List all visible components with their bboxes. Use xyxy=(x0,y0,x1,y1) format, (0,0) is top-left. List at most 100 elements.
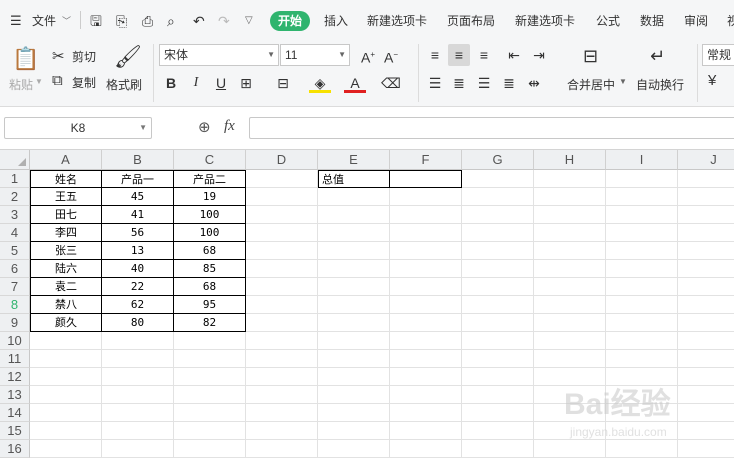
cell[interactable] xyxy=(174,422,246,440)
zoom-search-icon[interactable]: ⊕ xyxy=(198,118,211,136)
wrap-text-button[interactable]: 自动换行 xyxy=(636,76,684,93)
table-header-cell[interactable]: 产品二 xyxy=(174,170,246,188)
cell[interactable] xyxy=(606,314,678,332)
align-right-icon[interactable]: ☰ xyxy=(473,72,495,94)
merge-chevron-icon[interactable]: ▼ xyxy=(619,77,627,86)
total-label-cell[interactable]: 总值 xyxy=(318,170,390,188)
cell[interactable] xyxy=(534,242,606,260)
align-center-icon[interactable]: ≣ xyxy=(448,72,470,94)
cell[interactable] xyxy=(390,188,462,206)
format-painter-icon[interactable]: 🖌 xyxy=(114,44,142,70)
table-cell[interactable]: 100 xyxy=(174,206,246,224)
cell[interactable] xyxy=(246,332,318,350)
column-header-b[interactable]: B xyxy=(102,150,174,170)
cell[interactable] xyxy=(462,332,534,350)
row-header-16[interactable]: 16 xyxy=(0,440,30,458)
cell[interactable] xyxy=(246,368,318,386)
cell[interactable] xyxy=(390,278,462,296)
cell[interactable] xyxy=(606,224,678,242)
tab-view[interactable]: 视 xyxy=(727,11,734,31)
tab-new-1[interactable]: 新建选项卡 xyxy=(367,11,427,31)
cell[interactable] xyxy=(246,386,318,404)
cell[interactable] xyxy=(534,314,606,332)
cell[interactable] xyxy=(462,404,534,422)
cell[interactable] xyxy=(534,170,606,188)
more-chevron-icon[interactable]: ▽ xyxy=(245,11,253,31)
cell[interactable] xyxy=(462,224,534,242)
tab-data[interactable]: 数据 xyxy=(640,11,664,31)
table-cell[interactable]: 68 xyxy=(174,242,246,260)
column-header-c[interactable]: C xyxy=(174,150,246,170)
cell[interactable] xyxy=(102,440,174,458)
cell[interactable] xyxy=(678,332,734,350)
column-header-e[interactable]: E xyxy=(318,150,390,170)
italic-icon[interactable]: I xyxy=(185,72,207,94)
row-header-8[interactable]: 8 xyxy=(0,296,30,314)
decrease-indent-icon[interactable]: ⇤ xyxy=(503,44,525,66)
cell[interactable] xyxy=(606,350,678,368)
currency-icon[interactable]: ¥ xyxy=(708,72,716,89)
table-cell[interactable]: 95 xyxy=(174,296,246,314)
cell[interactable] xyxy=(678,296,734,314)
hamburger-icon[interactable]: ☰ xyxy=(10,11,22,31)
total-value-cell[interactable] xyxy=(390,170,462,188)
cell[interactable] xyxy=(30,332,102,350)
cell[interactable] xyxy=(246,314,318,332)
cell[interactable] xyxy=(390,422,462,440)
cell[interactable] xyxy=(678,278,734,296)
cell[interactable] xyxy=(534,350,606,368)
row-header-2[interactable]: 2 xyxy=(0,188,30,206)
cell[interactable] xyxy=(30,422,102,440)
table-cell[interactable]: 13 xyxy=(102,242,174,260)
column-header-f[interactable]: F xyxy=(390,150,462,170)
row-header-11[interactable]: 11 xyxy=(0,350,30,368)
cell[interactable] xyxy=(246,260,318,278)
cell[interactable] xyxy=(318,422,390,440)
cell[interactable] xyxy=(246,224,318,242)
cell[interactable] xyxy=(246,278,318,296)
cell[interactable] xyxy=(606,278,678,296)
cell[interactable] xyxy=(102,332,174,350)
chevron-down-icon[interactable]: ﹀ xyxy=(62,11,71,31)
table-cell[interactable]: 68 xyxy=(174,278,246,296)
cell[interactable] xyxy=(390,332,462,350)
cell[interactable] xyxy=(318,188,390,206)
cell[interactable] xyxy=(318,278,390,296)
table-cell[interactable]: 85 xyxy=(174,260,246,278)
cell[interactable] xyxy=(246,242,318,260)
table-cell[interactable]: 40 xyxy=(102,260,174,278)
cell[interactable] xyxy=(390,314,462,332)
cell[interactable] xyxy=(246,404,318,422)
paste-chevron-icon[interactable]: ▼ xyxy=(35,77,43,86)
tab-page-layout[interactable]: 页面布局 xyxy=(447,11,495,31)
cell[interactable] xyxy=(534,260,606,278)
cell[interactable] xyxy=(606,170,678,188)
row-header-6[interactable]: 6 xyxy=(0,260,30,278)
cell[interactable] xyxy=(102,368,174,386)
cell[interactable] xyxy=(318,404,390,422)
tab-formula[interactable]: 公式 xyxy=(596,11,620,31)
cell[interactable] xyxy=(462,440,534,458)
table-style-icon[interactable]: ⊟ xyxy=(272,72,294,94)
cell[interactable] xyxy=(318,224,390,242)
row-header-7[interactable]: 7 xyxy=(0,278,30,296)
clear-format-icon[interactable]: ⌫ xyxy=(380,72,402,94)
row-header-4[interactable]: 4 xyxy=(0,224,30,242)
cell[interactable] xyxy=(102,386,174,404)
table-cell[interactable]: 王五 xyxy=(30,188,102,206)
table-cell[interactable]: 82 xyxy=(174,314,246,332)
table-cell[interactable]: 80 xyxy=(102,314,174,332)
cell[interactable] xyxy=(30,350,102,368)
decrease-font-icon[interactable]: A− xyxy=(380,44,402,66)
cell[interactable] xyxy=(390,404,462,422)
cell[interactable] xyxy=(534,332,606,350)
cell[interactable] xyxy=(606,260,678,278)
row-header-13[interactable]: 13 xyxy=(0,386,30,404)
cell[interactable] xyxy=(30,368,102,386)
cell[interactable] xyxy=(174,440,246,458)
font-color-icon[interactable]: A xyxy=(344,72,366,93)
cell[interactable] xyxy=(534,296,606,314)
table-cell[interactable]: 李四 xyxy=(30,224,102,242)
save-icon[interactable]: 🖫 xyxy=(90,11,102,31)
cell[interactable] xyxy=(174,386,246,404)
